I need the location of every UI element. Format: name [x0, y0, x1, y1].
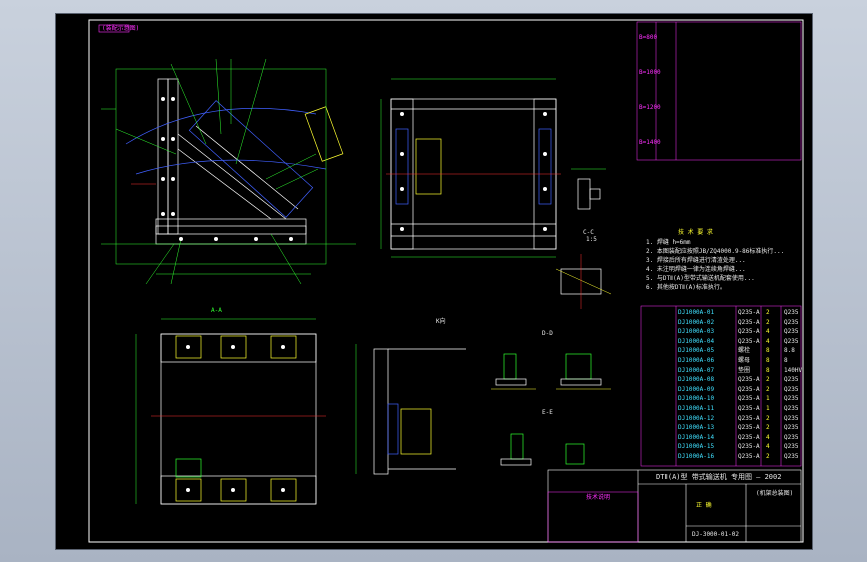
parts-cell-qty: 2	[766, 385, 770, 393]
parts-cell-code: DJ1000A-13	[678, 424, 715, 432]
parts-cell-name: Q235-A	[738, 443, 760, 451]
parts-cell-name: Q235-A	[738, 395, 760, 403]
note-line-2: 2. 本图装配应按照JB/ZQ4000.9-86标准执行...	[646, 248, 785, 255]
bottom-note-title: 技术说明	[586, 494, 611, 501]
note-line-4: 4. 未注明焊缝一律为连续角焊缝...	[646, 266, 746, 273]
parts-cell-mat: 8	[784, 357, 788, 364]
parts-cell-name: Q235-A	[738, 328, 760, 336]
parts-cell-qty: 2	[766, 424, 770, 432]
parts-cell-mat: 140HV	[784, 366, 803, 374]
label-section-d: D-D	[542, 330, 553, 337]
parts-cell-mat: Q235	[784, 337, 799, 345]
parts-cell-qty: 4	[766, 443, 770, 451]
title-doc-label: 正 确	[696, 502, 712, 509]
parts-cell-code: DJ1000A-06	[678, 357, 715, 364]
cad-viewport[interactable]: (装配示意图) A-A K向 D-D E-E C-C 1:5 技术说明 技 术 …	[55, 13, 813, 550]
parts-cell-code: DJ1000A-02	[678, 318, 715, 326]
parts-cell-mat: Q235	[784, 414, 799, 422]
title-product: DTⅡ(A)型 带式输送机 专用图 — 2002	[656, 473, 782, 481]
parts-cell-name: Q235-A	[738, 433, 760, 441]
parts-cell-name: Q235-A	[738, 318, 760, 326]
parts-cell-code: DJ1000A-11	[678, 405, 715, 412]
parts-cell-name: Q235-A	[738, 424, 760, 432]
note-line-1: 1. 焊缝 h=6mm	[646, 239, 691, 246]
parts-cell-code: DJ1000A-08	[678, 376, 715, 384]
title-subtitle: (机架总装图)	[756, 490, 794, 497]
label-scale: 1:5	[586, 236, 597, 243]
parts-cell-code: DJ1000A-05	[678, 347, 715, 355]
parts-cell-code: DJ1000A-14	[678, 433, 715, 441]
view-k-bottom-middle	[355, 344, 466, 475]
parts-cell-mat: Q235	[784, 309, 799, 316]
top-left-tag: (装配示意图)	[102, 25, 140, 32]
parts-cell-mat: Q235	[784, 318, 799, 326]
parts-cell-name: 螺母	[738, 357, 751, 364]
parts-cell-qty: 4	[766, 337, 770, 345]
parts-table-grid	[640, 305, 802, 467]
parts-cell-code: DJ1000A-16	[678, 453, 715, 460]
parts-cell-qty: 4	[766, 433, 770, 441]
parts-cell-name: Q235-A	[738, 309, 760, 316]
parts-cell-qty: 8	[766, 366, 770, 374]
parts-cell-code: DJ1000A-01	[678, 309, 715, 316]
spec-group-3: B=1200	[639, 104, 661, 111]
parts-cell-mat: Q235	[784, 405, 799, 412]
parts-cell-code: DJ1000A-10	[678, 395, 715, 403]
notes-heading: 技 术 要 求	[678, 229, 713, 236]
parts-cell-qty: 2	[766, 309, 770, 316]
parts-cell-name: Q235-A	[738, 385, 760, 393]
parts-cell-qty: 2	[766, 318, 770, 326]
parts-cell-code: DJ1000A-04	[678, 337, 715, 345]
parts-cell-code: DJ1000A-09	[678, 385, 715, 393]
parts-cell-qty: 2	[766, 376, 770, 384]
parts-cell-mat: Q235	[784, 453, 799, 460]
view-top-middle	[380, 78, 561, 258]
spec-group-2: B=1000	[639, 69, 661, 76]
label-section-aa: A-A	[211, 307, 222, 314]
parts-cell-code: DJ1000A-12	[678, 414, 715, 422]
parts-cell-name: 垫圈	[738, 366, 751, 374]
note-line-6: 6. 其他按DTⅡ(A)标准执行。	[646, 284, 726, 291]
parts-cell-name: Q235-A	[738, 337, 760, 345]
parts-cell-qty: 1	[766, 395, 770, 403]
parts-cell-mat: Q235	[784, 328, 799, 336]
title-drawing-no: DJ-3000-01-02	[692, 531, 739, 538]
parts-cell-name: Q235-A	[738, 414, 760, 422]
parts-cell-qty: 4	[766, 328, 770, 336]
detail-profile	[555, 168, 612, 309]
parts-cell-mat: Q235	[784, 443, 799, 451]
view-plan-bottom-left	[135, 318, 326, 505]
parts-cell-code: DJ1000A-15	[678, 443, 715, 451]
parts-cell-qty: 1	[766, 405, 770, 412]
spec-table-grid	[636, 21, 802, 161]
view-front-left	[101, 58, 356, 285]
parts-cell-mat: Q235	[784, 385, 799, 393]
parts-cell-mat: Q235	[784, 433, 799, 441]
parts-cell-qty: 2	[766, 453, 770, 460]
label-section-e: E-E	[542, 409, 553, 416]
spec-group-4: B=1400	[639, 139, 661, 146]
parts-cell-qty: 8	[766, 347, 770, 355]
parts-cell-mat: Q235	[784, 424, 799, 432]
parts-cell-name: 螺栓	[738, 347, 751, 355]
spec-group-1: B=800	[639, 34, 658, 41]
label-view-k: K向	[436, 318, 446, 325]
note-line-3: 3. 焊接后所有焊缝进行清渣处理...	[646, 257, 746, 264]
parts-cell-name: Q235-A	[738, 453, 760, 460]
parts-cell-mat: Q235	[784, 376, 799, 384]
parts-cell-code: DJ1000A-07	[678, 366, 715, 374]
parts-cell-name: Q235-A	[738, 376, 760, 384]
parts-cell-mat: 8.8	[784, 347, 795, 355]
parts-cell-name: Q235-A	[738, 405, 760, 412]
parts-cell-qty: 8	[766, 357, 770, 364]
parts-cell-code: DJ1000A-03	[678, 328, 715, 336]
label-section-c: C-C	[583, 229, 594, 236]
parts-cell-qty: 2	[766, 414, 770, 422]
parts-cell-mat: Q235	[784, 395, 799, 403]
note-line-5: 5. 与DTⅡ(A)型带式输送机配套使用...	[646, 275, 755, 282]
